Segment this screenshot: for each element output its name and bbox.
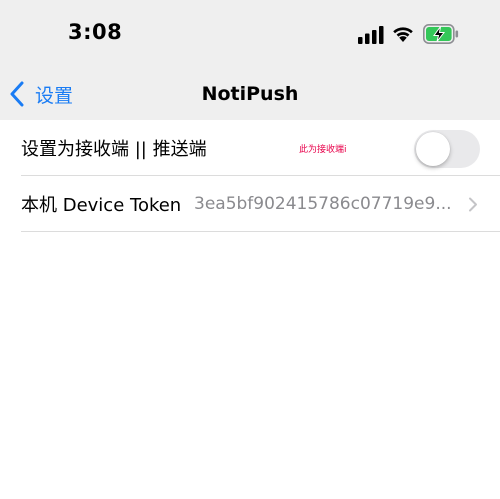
screen: 3:08 NotiPush 设置 设置为接收端 || 推送端 此为接收端i 本机… [0, 0, 500, 499]
status-bar: 3:08 [0, 0, 500, 68]
battery-charging-icon [423, 23, 459, 44]
nav-title: NotiPush [201, 83, 299, 105]
chevron-left-icon [10, 81, 24, 107]
navigation-bar: NotiPush 设置 [0, 68, 500, 120]
settings-list: 设置为接收端 || 推送端 此为接收端i 本机 Device Token 3ea… [0, 120, 500, 232]
back-label: 设置 [35, 84, 74, 107]
device-token-label: 本机 Device Token [21, 195, 182, 216]
receiver-mode-toggle[interactable] [414, 130, 480, 168]
receiver-mode-row: 设置为接收端 || 推送端 此为接收端i [0, 120, 500, 176]
row-divider [21, 231, 500, 232]
wifi-icon [393, 27, 413, 42]
back-button[interactable]: 设置 [8, 68, 73, 120]
chevron-right-icon [469, 197, 477, 212]
status-time: 3:08 [68, 20, 123, 44]
device-token-value: 3ea5bf902415786c07719e9... [194, 194, 452, 214]
toggle-knob [416, 132, 450, 166]
device-token-row[interactable]: 本机 Device Token 3ea5bf902415786c07719e9.… [0, 176, 500, 232]
signal-icon [358, 26, 384, 44]
receiver-mode-note: 此为接收端i [299, 145, 347, 155]
receiver-mode-label: 设置为接收端 || 推送端 [21, 139, 207, 160]
